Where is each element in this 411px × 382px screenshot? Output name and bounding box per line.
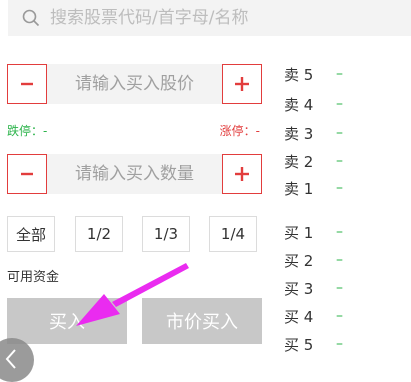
quantity-decrease-button[interactable] <box>7 154 47 194</box>
minus-icon <box>21 82 33 86</box>
bid-level-label: 买 2 <box>284 251 314 270</box>
quantity-input[interactable] <box>47 163 222 185</box>
quantity-increase-button[interactable] <box>222 154 262 194</box>
ask-level-label: 卖 5 <box>284 65 314 84</box>
plus-icon <box>235 167 249 181</box>
quantity-stepper <box>7 154 262 194</box>
ask-5-row: 卖 5 – <box>284 64 343 84</box>
ask-price-value: – <box>336 125 343 141</box>
ask-1-row: 卖 1 – <box>284 178 343 198</box>
ask-2-row: 卖 2 – <box>284 151 343 171</box>
ask-level-label: 卖 3 <box>284 124 314 143</box>
bid-price-value: – <box>336 224 343 240</box>
fraction-all-button[interactable]: 全部 <box>7 216 55 252</box>
ask-price-value: – <box>336 180 343 196</box>
search-icon <box>22 9 40 27</box>
search-bar[interactable] <box>8 0 411 36</box>
limit-up-label: 涨停：- <box>219 124 260 138</box>
fraction-third-button[interactable]: 1/3 <box>142 216 190 252</box>
price-limits: 跌停：- 涨停：- <box>7 122 262 138</box>
bid-level-label: 买 1 <box>284 223 314 242</box>
bid-level-label: 买 3 <box>284 279 314 298</box>
limit-down-label: 跌停：- <box>7 124 48 138</box>
position-fraction-group: 全部 1/2 1/3 1/4 <box>7 216 262 252</box>
ask-price-value: – <box>336 96 343 112</box>
bid-4-row: 买 4 – <box>284 306 343 326</box>
fraction-half-button[interactable]: 1/2 <box>75 216 123 252</box>
bid-3-row: 买 3 – <box>284 278 343 298</box>
bid-price-value: – <box>336 336 343 352</box>
bid-price-value: – <box>336 280 343 296</box>
bid-price-value: – <box>336 308 343 324</box>
bid-1-row: 买 1 – <box>284 222 343 242</box>
plus-icon <box>235 77 249 91</box>
ask-level-label: 卖 1 <box>284 179 314 198</box>
ask-price-value: – <box>336 153 343 169</box>
ask-level-label: 卖 4 <box>284 95 314 114</box>
ask-price-value: – <box>336 66 343 82</box>
bid-level-label: 买 4 <box>284 307 314 326</box>
price-input[interactable] <box>47 73 222 95</box>
ask-4-row: 卖 4 – <box>284 94 343 114</box>
price-increase-button[interactable] <box>222 64 262 104</box>
back-button[interactable] <box>0 338 34 382</box>
fraction-quarter-button[interactable]: 1/4 <box>209 216 257 252</box>
price-decrease-button[interactable] <box>7 64 47 104</box>
bid-level-label: 买 5 <box>284 335 314 354</box>
available-funds-label: 可用资金 <box>7 270 60 285</box>
bid-2-row: 买 2 – <box>284 250 343 270</box>
minus-icon <box>21 172 33 176</box>
bid-price-value: – <box>336 252 343 268</box>
buy-button[interactable]: 买入 <box>7 298 127 344</box>
chevron-left-icon <box>5 349 16 369</box>
search-input[interactable] <box>48 7 392 29</box>
bid-5-row: 买 5 – <box>284 334 343 354</box>
market-buy-button[interactable]: 市价买入 <box>142 298 262 344</box>
price-stepper <box>7 64 262 104</box>
ask-level-label: 卖 2 <box>284 152 314 171</box>
ask-3-row: 卖 3 – <box>284 123 343 143</box>
